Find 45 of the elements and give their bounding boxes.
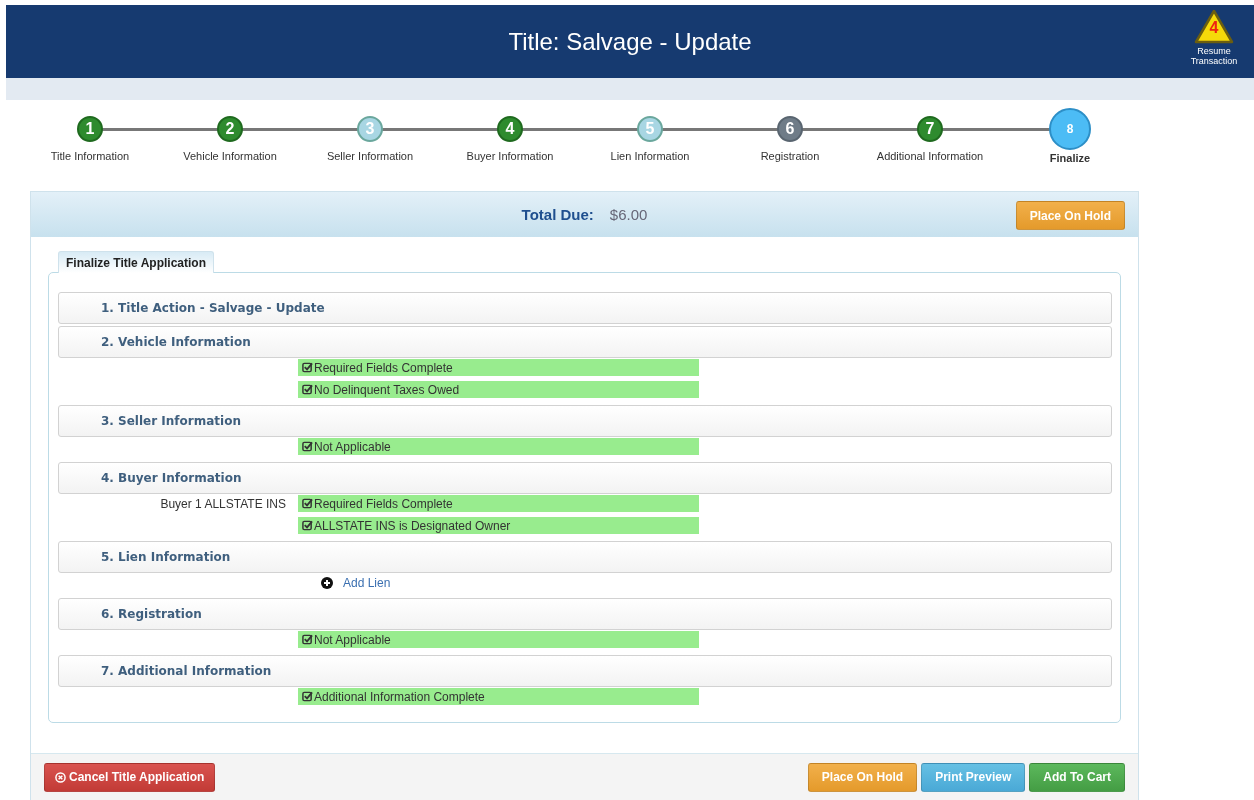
total-amount: $6.00 xyxy=(609,206,648,223)
checkbox-icon xyxy=(302,634,313,645)
step-label[interactable]: Buyer Information xyxy=(466,150,554,162)
status-message: Not Applicable xyxy=(314,439,391,454)
step-label[interactable]: Registration xyxy=(760,150,820,162)
status-message: Required Fields Complete xyxy=(314,360,453,375)
tab[interactable]: Finalize Title Application xyxy=(58,251,214,273)
section-header[interactable]: 3. Seller Information xyxy=(58,405,1112,437)
status-message: No Delinquent Taxes Owed xyxy=(314,382,460,397)
section-header[interactable]: 4. Buyer Information xyxy=(58,462,1112,494)
step-circle[interactable]: 7 xyxy=(917,116,943,142)
resume-transaction-label[interactable]: Resume Transaction xyxy=(1184,46,1244,66)
checkbox-icon xyxy=(302,384,313,395)
checkbox-icon xyxy=(302,441,313,452)
close-circle-icon xyxy=(55,771,66,783)
status-message: Additional Information Complete xyxy=(314,689,485,704)
plus-circle-icon[interactable] xyxy=(321,576,333,589)
step-circle[interactable]: 4 xyxy=(497,116,523,142)
checkbox-icon xyxy=(302,362,313,373)
section-header[interactable]: 7. Additional Information xyxy=(58,655,1112,687)
step-label[interactable]: Seller Information xyxy=(326,150,414,162)
checkbox-icon xyxy=(302,691,313,702)
status-message: Not Applicable xyxy=(314,632,391,647)
page-title: Title: Salvage - Update xyxy=(508,27,752,56)
checkbox-icon xyxy=(302,520,313,531)
step-label[interactable]: Lien Information xyxy=(610,150,690,162)
step-label[interactable]: Finalize xyxy=(1049,152,1091,164)
step-label[interactable]: Vehicle Information xyxy=(183,150,277,162)
cancel-button[interactable]: Cancel Title Application xyxy=(44,762,216,792)
total-label: Total Due: xyxy=(521,206,594,223)
section-header[interactable]: 1. Title Action - Salvage - Update xyxy=(58,292,1112,324)
resume-count: 4 xyxy=(1208,19,1220,37)
step-label[interactable]: Title Information xyxy=(50,150,130,162)
warning-icon[interactable] xyxy=(1194,9,1234,45)
step-label[interactable]: Additional Information xyxy=(876,150,984,162)
status-message: Required Fields Complete xyxy=(314,496,453,511)
step-circle[interactable]: 2 xyxy=(217,116,243,142)
section-header[interactable]: 6. Registration xyxy=(58,598,1112,630)
status-message: ALLSTATE INS is Designated Owner xyxy=(314,518,511,533)
step-circle[interactable]: 1 xyxy=(77,116,103,142)
buyer-label: Buyer 1 ALLSTATE INS xyxy=(160,496,286,511)
add-lien-link[interactable]: Add Lien xyxy=(343,575,391,590)
section-header[interactable]: 5. Lien Information xyxy=(58,541,1112,573)
checkbox-icon xyxy=(302,498,313,509)
section-header[interactable]: 2. Vehicle Information xyxy=(58,326,1112,358)
